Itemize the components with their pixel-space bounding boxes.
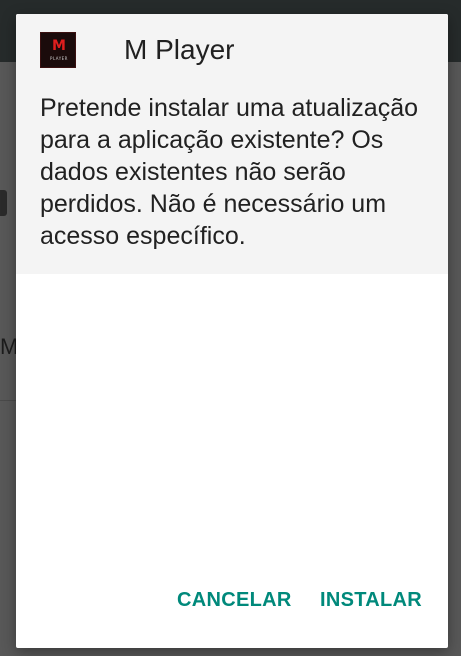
- install-button[interactable]: INSTALAR: [320, 588, 422, 612]
- app-icon-sub-label: PLAYER: [50, 56, 68, 61]
- m-player-app-icon: M PLAYER: [40, 32, 76, 68]
- dialog-message: Pretende instalar uma atualização para a…: [40, 94, 419, 250]
- dialog-title: M Player: [124, 34, 235, 65]
- cancel-button[interactable]: CANCELAR: [177, 588, 292, 612]
- background-scroll-handle: [0, 190, 7, 216]
- background-divider: [0, 400, 16, 401]
- app-icon-letter: M: [52, 38, 66, 54]
- dialog-header-area: M PLAYER M Player Pretende instalar uma …: [16, 14, 448, 274]
- install-update-dialog: M PLAYER M Player Pretende instalar uma …: [16, 14, 448, 648]
